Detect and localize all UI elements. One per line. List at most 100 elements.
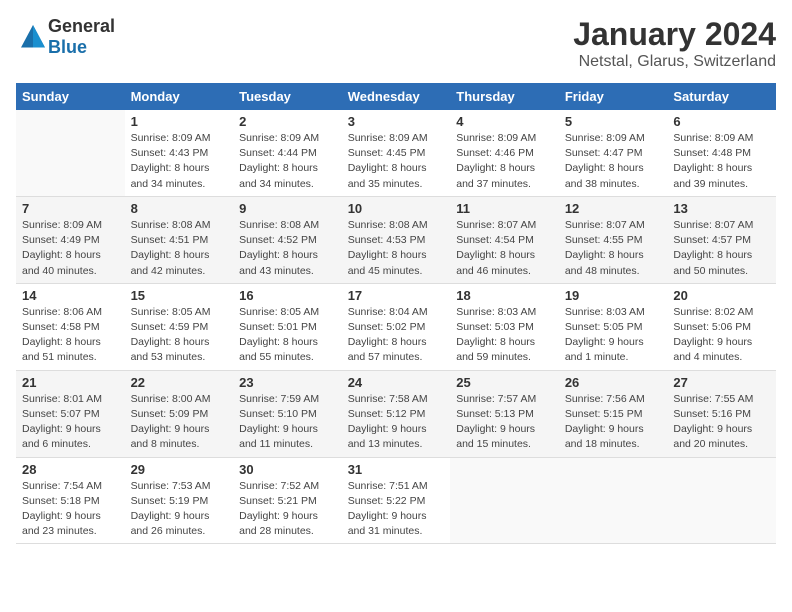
- calendar-week-row: 1 Sunrise: 8:09 AMSunset: 4:43 PMDaylight…: [16, 110, 776, 196]
- day-number: 2: [239, 114, 336, 129]
- location-subtitle: Netstal, Glarus, Switzerland: [573, 53, 776, 71]
- day-info: Sunrise: 8:07 AMSunset: 4:57 PMDaylight:…: [673, 218, 770, 279]
- day-number: 28: [22, 462, 119, 477]
- day-info: Sunrise: 8:07 AMSunset: 4:55 PMDaylight:…: [565, 218, 662, 279]
- calendar-cell: 25 Sunrise: 7:57 AMSunset: 5:13 PMDayligh…: [450, 370, 559, 457]
- calendar-table: SundayMondayTuesdayWednesdayThursdayFrid…: [16, 83, 776, 544]
- calendar-cell: 18Sunrise: 8:03 AMSunset: 5:03 PMDayligh…: [450, 283, 559, 370]
- day-number: 26: [565, 375, 662, 390]
- day-info: Sunrise: 7:53 AMSunset: 5:19 PMDaylight:…: [131, 479, 228, 540]
- day-info: Sunrise: 8:07 AMSunset: 4:54 PMDaylight:…: [456, 218, 553, 279]
- day-number: 5: [565, 114, 662, 129]
- calendar-cell: 21 Sunrise: 8:01 AMSunset: 5:07 PMDayligh…: [16, 370, 125, 457]
- day-number: 25: [456, 375, 553, 390]
- day-number: 22: [131, 375, 228, 390]
- day-number: 1: [131, 114, 228, 129]
- day-number: 29: [131, 462, 228, 477]
- day-number: 7: [22, 201, 119, 216]
- day-info: Sunrise: 7:54 AMSunset: 5:18 PMDaylight:…: [22, 479, 119, 540]
- weekday-header-monday: Monday: [125, 83, 234, 110]
- day-number: 9: [239, 201, 336, 216]
- calendar-cell: 28 Sunrise: 7:54 AMSunset: 5:18 PMDayligh…: [16, 457, 125, 544]
- day-info: Sunrise: 8:06 AMSunset: 4:58 PMDaylight:…: [22, 305, 119, 366]
- logo-blue: Blue: [48, 37, 87, 57]
- day-info: Sunrise: 8:08 AMSunset: 4:51 PMDaylight:…: [131, 218, 228, 279]
- day-number: 4: [456, 114, 553, 129]
- day-number: 15: [131, 288, 228, 303]
- calendar-cell: 27 Sunrise: 7:55 AMSunset: 5:16 PMDayligh…: [667, 370, 776, 457]
- logo-general: General: [48, 16, 115, 36]
- weekday-header-thursday: Thursday: [450, 83, 559, 110]
- day-number: 24: [348, 375, 445, 390]
- calendar-cell: [450, 457, 559, 544]
- day-info: Sunrise: 8:01 AMSunset: 5:07 PMDaylight:…: [22, 392, 119, 453]
- calendar-cell: 7 Sunrise: 8:09 AMSunset: 4:49 PMDaylight…: [16, 196, 125, 283]
- day-info: Sunrise: 7:51 AMSunset: 5:22 PMDaylight:…: [348, 479, 445, 540]
- day-info: Sunrise: 8:09 AMSunset: 4:49 PMDaylight:…: [22, 218, 119, 279]
- calendar-week-row: 14 Sunrise: 8:06 AMSunset: 4:58 PMDayligh…: [16, 283, 776, 370]
- calendar-week-row: 21 Sunrise: 8:01 AMSunset: 5:07 PMDayligh…: [16, 370, 776, 457]
- day-info: Sunrise: 8:02 AMSunset: 5:06 PMDaylight:…: [673, 305, 770, 366]
- calendar-week-row: 28 Sunrise: 7:54 AMSunset: 5:18 PMDayligh…: [16, 457, 776, 544]
- day-number: 14: [22, 288, 119, 303]
- calendar-cell: [16, 110, 125, 196]
- weekday-header-friday: Friday: [559, 83, 668, 110]
- day-info: Sunrise: 7:58 AMSunset: 5:12 PMDaylight:…: [348, 392, 445, 453]
- day-info: Sunrise: 8:04 AMSunset: 5:02 PMDaylight:…: [348, 305, 445, 366]
- day-info: Sunrise: 8:09 AMSunset: 4:47 PMDaylight:…: [565, 131, 662, 192]
- day-info: Sunrise: 7:57 AMSunset: 5:13 PMDaylight:…: [456, 392, 553, 453]
- calendar-cell: 10Sunrise: 8:08 AMSunset: 4:53 PMDayligh…: [342, 196, 451, 283]
- day-number: 27: [673, 375, 770, 390]
- calendar-cell: 31 Sunrise: 7:51 AMSunset: 5:22 PMDayligh…: [342, 457, 451, 544]
- day-number: 31: [348, 462, 445, 477]
- calendar-week-row: 7 Sunrise: 8:09 AMSunset: 4:49 PMDaylight…: [16, 196, 776, 283]
- calendar-cell: 15 Sunrise: 8:05 AMSunset: 4:59 PMDayligh…: [125, 283, 234, 370]
- day-info: Sunrise: 8:09 AMSunset: 4:48 PMDaylight:…: [673, 131, 770, 192]
- day-number: 21: [22, 375, 119, 390]
- calendar-cell: 19 Sunrise: 8:03 AMSunset: 5:05 PMDayligh…: [559, 283, 668, 370]
- day-number: 6: [673, 114, 770, 129]
- day-info: Sunrise: 8:05 AMSunset: 4:59 PMDaylight:…: [131, 305, 228, 366]
- calendar-cell: 12Sunrise: 8:07 AMSunset: 4:55 PMDayligh…: [559, 196, 668, 283]
- calendar-cell: [667, 457, 776, 544]
- logo-icon: [18, 22, 48, 52]
- day-info: Sunrise: 7:52 AMSunset: 5:21 PMDaylight:…: [239, 479, 336, 540]
- day-info: Sunrise: 8:03 AMSunset: 5:05 PMDaylight:…: [565, 305, 662, 366]
- calendar-cell: 2 Sunrise: 8:09 AMSunset: 4:44 PMDaylight…: [233, 110, 342, 196]
- weekday-header-saturday: Saturday: [667, 83, 776, 110]
- day-info: Sunrise: 8:09 AMSunset: 4:44 PMDaylight:…: [239, 131, 336, 192]
- calendar-cell: 13 Sunrise: 8:07 AMSunset: 4:57 PMDayligh…: [667, 196, 776, 283]
- calendar-cell: 1 Sunrise: 8:09 AMSunset: 4:43 PMDaylight…: [125, 110, 234, 196]
- header: General Blue January 2024 Netstal, Glaru…: [16, 16, 776, 71]
- day-number: 16: [239, 288, 336, 303]
- day-info: Sunrise: 8:09 AMSunset: 4:45 PMDaylight:…: [348, 131, 445, 192]
- calendar-cell: 30Sunrise: 7:52 AMSunset: 5:21 PMDayligh…: [233, 457, 342, 544]
- calendar-cell: 23Sunrise: 7:59 AMSunset: 5:10 PMDayligh…: [233, 370, 342, 457]
- day-number: 13: [673, 201, 770, 216]
- weekday-header-sunday: Sunday: [16, 83, 125, 110]
- logo-text: General Blue: [48, 16, 115, 58]
- day-number: 17: [348, 288, 445, 303]
- calendar-cell: 11 Sunrise: 8:07 AMSunset: 4:54 PMDayligh…: [450, 196, 559, 283]
- calendar-cell: 22 Sunrise: 8:00 AMSunset: 5:09 PMDayligh…: [125, 370, 234, 457]
- calendar-cell: 4Sunrise: 8:09 AMSunset: 4:46 PMDaylight…: [450, 110, 559, 196]
- calendar-cell: 24 Sunrise: 7:58 AMSunset: 5:12 PMDayligh…: [342, 370, 451, 457]
- day-number: 11: [456, 201, 553, 216]
- day-info: Sunrise: 7:55 AMSunset: 5:16 PMDaylight:…: [673, 392, 770, 453]
- day-number: 20: [673, 288, 770, 303]
- calendar-cell: 16 Sunrise: 8:05 AMSunset: 5:01 PMDayligh…: [233, 283, 342, 370]
- calendar-cell: 5 Sunrise: 8:09 AMSunset: 4:47 PMDaylight…: [559, 110, 668, 196]
- day-info: Sunrise: 7:56 AMSunset: 5:15 PMDaylight:…: [565, 392, 662, 453]
- day-number: 10: [348, 201, 445, 216]
- calendar-cell: [559, 457, 668, 544]
- calendar-cell: 29 Sunrise: 7:53 AMSunset: 5:19 PMDayligh…: [125, 457, 234, 544]
- day-info: Sunrise: 8:03 AMSunset: 5:03 PMDaylight:…: [456, 305, 553, 366]
- day-number: 19: [565, 288, 662, 303]
- day-info: Sunrise: 8:09 AMSunset: 4:43 PMDaylight:…: [131, 131, 228, 192]
- day-info: Sunrise: 8:05 AMSunset: 5:01 PMDaylight:…: [239, 305, 336, 366]
- calendar-cell: 17 Sunrise: 8:04 AMSunset: 5:02 PMDayligh…: [342, 283, 451, 370]
- weekday-header-wednesday: Wednesday: [342, 83, 451, 110]
- weekday-header-row: SundayMondayTuesdayWednesdayThursdayFrid…: [16, 83, 776, 110]
- day-info: Sunrise: 8:00 AMSunset: 5:09 PMDaylight:…: [131, 392, 228, 453]
- calendar-cell: 6 Sunrise: 8:09 AMSunset: 4:48 PMDaylight…: [667, 110, 776, 196]
